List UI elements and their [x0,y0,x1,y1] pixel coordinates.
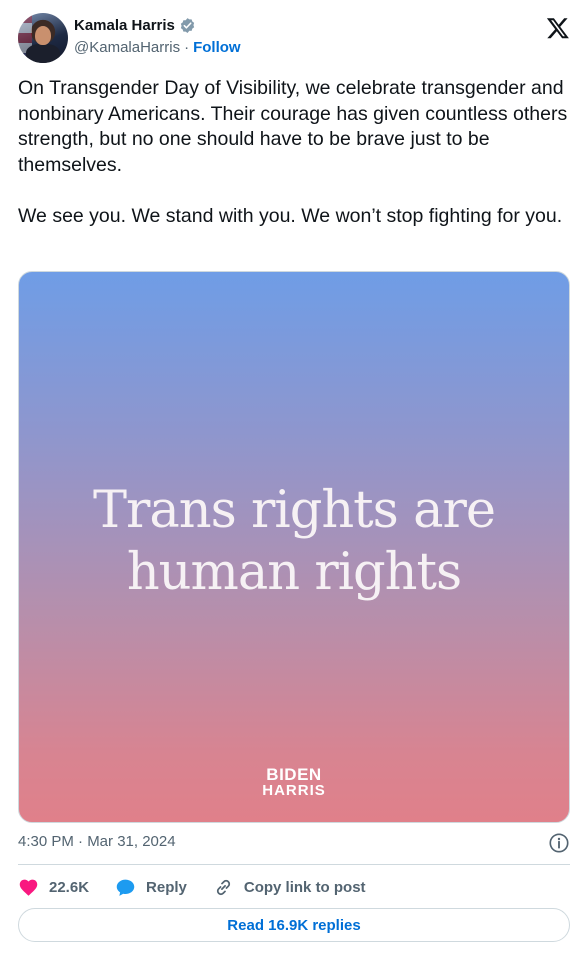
tweet-media-image[interactable]: Trans rights are human rights BIDEN HARR… [18,271,570,823]
speech-bubble-icon [116,879,135,896]
like-button[interactable]: 22.6K [18,877,89,898]
action-bar: 22.6K Reply Copy link to post [18,876,570,898]
media-headline: Trans rights are human rights [92,481,496,602]
copy-link-label: Copy link to post [243,878,366,896]
verified-badge-icon [180,18,195,33]
x-logo-icon[interactable] [546,16,570,40]
avatar[interactable] [18,13,68,63]
reply-label: Reply [146,878,187,896]
copy-link-button[interactable]: Copy link to post [213,877,366,898]
like-count: 22.6K [49,878,90,896]
follow-button[interactable]: Follow [193,39,241,56]
author-handle-row: @KamalaHarris · Follow [74,39,241,56]
author-name-row: Kamala Harris [74,17,196,34]
read-replies-button[interactable]: Read 16.9K replies [18,908,570,942]
tweet-embed-card: Kamala Harris @KamalaHarris · Follow On … [0,0,588,960]
link-icon [216,879,230,895]
avatar-face [35,26,51,45]
author-handle[interactable]: @KamalaHarris [74,39,180,56]
biden-harris-logo: BIDEN HARRIS [19,766,569,799]
author-name[interactable]: Kamala Harris [74,17,175,34]
handle-separator: · [184,39,190,56]
brand-line-2: HARRIS [262,782,326,799]
divider [18,864,570,865]
brand-line-1: BIDEN [266,765,322,784]
timestamp-link[interactable]: 4:30 PM · Mar 31, 2024 [18,833,176,850]
tweet-text: On Transgender Day of Visibility, we cel… [18,77,568,227]
tweet-header: Kamala Harris @KamalaHarris · Follow [18,13,570,65]
info-icon[interactable] [548,832,570,854]
reply-button[interactable]: Reply [115,877,187,898]
timestamp-row: 4:30 PM · Mar 31, 2024 [18,832,570,854]
avatar-coat [26,44,60,63]
heart-icon [19,879,38,896]
